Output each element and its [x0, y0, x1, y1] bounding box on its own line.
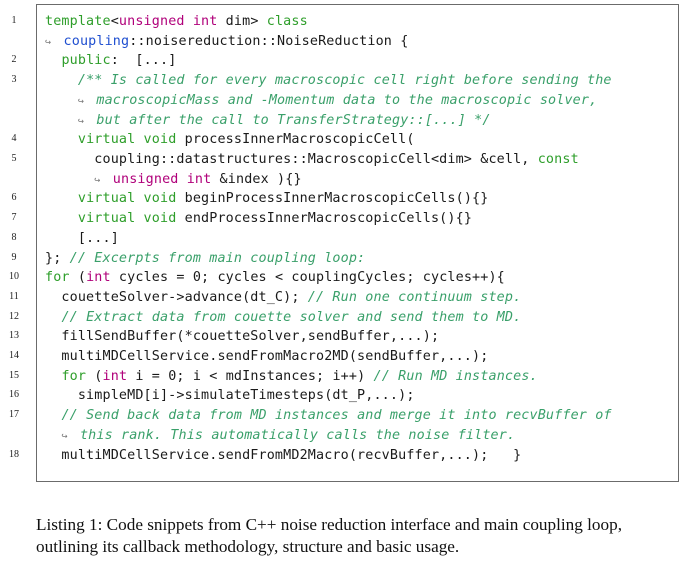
- code-token: processInnerMacroscopicCell(: [176, 132, 415, 148]
- code-keyword: template: [45, 14, 111, 29]
- code-text: }; // Excerpts from main coupling loop:: [45, 249, 365, 268]
- code-comment: // Run MD instances.: [373, 368, 538, 384]
- code-text: fillSendBuffer(*couetteSolver,sendBuffer…: [45, 327, 439, 346]
- code-keyword: virtual void: [77, 132, 177, 148]
- line-number: 8: [11, 231, 17, 243]
- line-wrap-arrow-icon: ↪: [94, 174, 113, 186]
- code-text: multiMDCellService.sendFromMD2Macro(recv…: [45, 446, 521, 465]
- line-wrap-arrow-icon: ↪: [77, 95, 97, 107]
- code-text: // Extract data from couette solver and …: [45, 308, 521, 327]
- code-listing: template<unsigned int dim> class ↪ coupli…: [36, 4, 679, 482]
- code-token: dim>: [217, 14, 267, 29]
- code-token: (: [86, 368, 103, 384]
- code-text: ↪ but after the call to TransferStrategy…: [45, 111, 491, 131]
- code-comment: // Excerpts from main coupling loop:: [69, 250, 366, 266]
- code-type: unsigned int: [118, 14, 218, 29]
- code-comment: // Run one continuum step.: [307, 289, 522, 305]
- code-keyword: class: [266, 14, 308, 29]
- code-token: fillSendBuffer(*couetteSolver,sendBuffer…: [45, 329, 440, 345]
- code-text: virtual void processInnerMacroscopicCell…: [45, 130, 415, 149]
- line-number: 12: [9, 310, 19, 322]
- code-token: <: [110, 14, 119, 29]
- code-token: [...]: [45, 230, 119, 246]
- code-token: };: [45, 250, 70, 266]
- line-number: 18: [9, 448, 19, 460]
- code-token: multiMDCellService.sendFromMD2Macro(recv…: [45, 447, 522, 463]
- line-number: 5: [11, 152, 17, 164]
- line-number: 1: [11, 15, 17, 26]
- code-text: for (int cycles = 0; cycles < couplingCy…: [45, 268, 505, 287]
- code-comment: this rank. This automatically calls the …: [79, 427, 516, 443]
- code-token: ::noisereduction::NoiseReduction {: [129, 33, 409, 49]
- code-type: int: [102, 368, 128, 384]
- line-wrap-arrow-icon: ↪: [61, 430, 80, 442]
- code-text: public: [...]: [45, 51, 176, 70]
- code-token: &index ){}: [211, 171, 302, 187]
- code-keyword: public: [61, 53, 111, 69]
- code-token: cycles = 0; cycles < couplingCycles; cyc…: [110, 270, 505, 286]
- code-comment: but after the call to TransferStrategy::…: [96, 112, 491, 128]
- line-number: 11: [9, 290, 19, 302]
- line-number: 15: [9, 369, 19, 381]
- code-token: beginProcessInnerMacroscopicCells(){}: [176, 191, 489, 207]
- line-number: 17: [9, 409, 19, 421]
- code-text: ↪ this rank. This automatically calls th…: [45, 426, 515, 446]
- code-comment: // Extract data from couette solver and …: [61, 309, 522, 325]
- code-type: int: [86, 270, 111, 286]
- code-keyword: virtual void: [77, 191, 177, 207]
- line-number: 2: [11, 54, 17, 66]
- code-text: multiMDCellService.sendFromMacro2MD(send…: [45, 347, 488, 366]
- code-text: ↪ coupling::noisereduction::NoiseReducti…: [45, 32, 408, 52]
- code-text: for (int i = 0; i < mdInstances; i++) //…: [45, 367, 538, 386]
- code-text: coupling::datastructures::MacroscopicCel…: [45, 150, 579, 169]
- line-number: 14: [9, 350, 19, 362]
- code-text: ↪ macroscopicMass and -Momentum data to …: [45, 91, 597, 111]
- code-keyword: for: [61, 368, 87, 384]
- line-number: 10: [9, 271, 19, 283]
- code-token: (: [69, 270, 87, 286]
- code-token: coupling::datastructures::MacroscopicCel…: [45, 151, 538, 167]
- code-comment: // Send back data from MD instances and …: [61, 408, 612, 424]
- line-number: 7: [11, 212, 17, 224]
- code-text: // Send back data from MD instances and …: [45, 406, 612, 425]
- code-keyword: virtual void: [77, 211, 177, 227]
- code-text: [...]: [45, 229, 119, 248]
- code-token: couetteSolver->advance(dt_C);: [45, 289, 308, 305]
- code-namespace: coupling: [63, 33, 130, 49]
- code-comment: macroscopicMass and -Momentum data to th…: [96, 92, 598, 108]
- code-text: template<unsigned int dim> class: [45, 12, 308, 31]
- line-wrap-arrow-icon: ↪: [77, 115, 97, 127]
- line-number: 16: [9, 389, 19, 401]
- code-token: multiMDCellService.sendFromMacro2MD(send…: [45, 349, 489, 365]
- line-number: 9: [11, 251, 17, 263]
- code-text: couetteSolver->advance(dt_C); // Run one…: [45, 288, 521, 307]
- code-type: unsigned int: [112, 171, 212, 187]
- line-number: 3: [11, 74, 17, 86]
- code-text: ↪ unsigned int &index ){}: [45, 170, 302, 190]
- code-token: i = 0; i < mdInstances; i++): [127, 368, 374, 384]
- code-keyword: for: [45, 270, 70, 286]
- code-token: simpleMD[i]->simulateTimesteps(dt_P,...)…: [45, 388, 415, 404]
- line-number: 4: [11, 133, 17, 145]
- line-wrap-arrow-icon: ↪: [45, 36, 64, 48]
- code-keyword: const: [537, 151, 579, 167]
- code-token: endProcessInnerMacroscopicCells(){}: [176, 211, 473, 227]
- code-text: virtual void endProcessInnerMacroscopicC…: [45, 209, 472, 228]
- line-number: 13: [9, 330, 19, 342]
- code-token: : [...]: [110, 53, 177, 69]
- code-text: simpleMD[i]->simulateTimesteps(dt_P,...)…: [45, 386, 415, 405]
- code-comment: /** Is called for every macroscopic cell…: [77, 73, 612, 89]
- code-text: /** Is called for every macroscopic cell…: [45, 71, 612, 90]
- code-text: virtual void beginProcessInnerMacroscopi…: [45, 189, 488, 208]
- listing-caption: Listing 1: Code snippets from C++ noise …: [36, 515, 622, 556]
- line-number: 6: [11, 192, 17, 204]
